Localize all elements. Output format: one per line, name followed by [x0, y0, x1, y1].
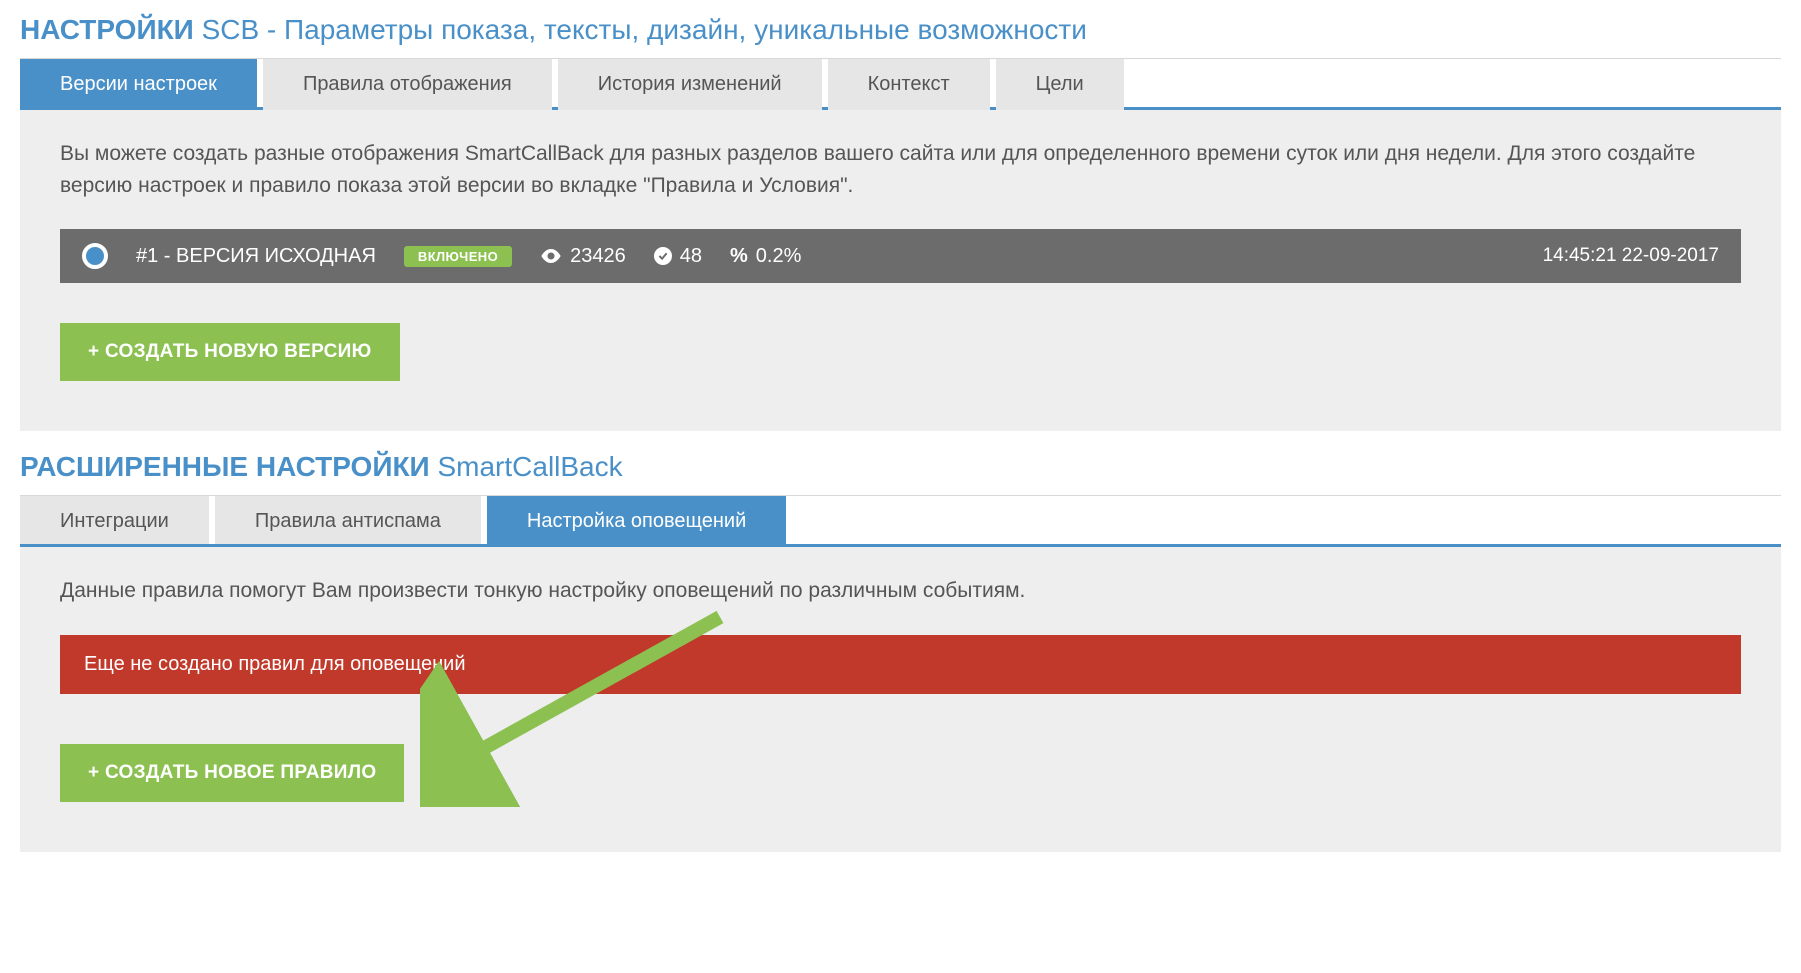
tab-settings-versions[interactable]: Версии настроек	[20, 59, 257, 110]
tab-change-history[interactable]: История изменений	[558, 59, 822, 110]
tab-antispam-rules[interactable]: Правила антиспама	[215, 496, 481, 547]
advanced-intro: Данные правила помогут Вам произвести то…	[60, 575, 1741, 607]
advanced-title-strong: РАСШИРЕННЫЕ НАСТРОЙКИ	[20, 451, 430, 482]
create-version-button[interactable]: + СОЗДАТЬ НОВУЮ ВЕРСИЮ	[60, 323, 400, 381]
tab-goals[interactable]: Цели	[996, 59, 1124, 110]
advanced-section-title: РАСШИРЕННЫЕ НАСТРОЙКИ SmartCallBack	[20, 437, 1781, 496]
tab-context[interactable]: Контекст	[828, 59, 990, 110]
settings-section-title: НАСТРОЙКИ SCB - Параметры показа, тексты…	[20, 0, 1781, 59]
settings-panel: Вы можете создать разные отображения Sma…	[20, 107, 1781, 431]
tab-display-rules[interactable]: Правила отображения	[263, 59, 552, 110]
version-row[interactable]: #1 - ВЕРСИЯ ИСХОДНАЯ ВКЛЮЧЕНО 23426 48 %…	[60, 229, 1741, 283]
settings-intro: Вы можете создать разные отображения Sma…	[60, 138, 1741, 201]
create-rule-button[interactable]: + СОЗДАТЬ НОВОЕ ПРАВИЛО	[60, 744, 404, 802]
settings-tabs: Версии настроек Правила отображения Исто…	[20, 59, 1781, 110]
tab-notification-settings[interactable]: Настройка оповещений	[487, 496, 786, 547]
settings-title-thin: SCB - Параметры показа, тексты, дизайн, …	[202, 14, 1087, 45]
stat-views: 23426	[540, 245, 626, 268]
version-name: #1 - ВЕРСИЯ ИСХОДНАЯ	[136, 245, 376, 268]
version-timestamp: 14:45:21 22-09-2017	[1543, 245, 1719, 267]
advanced-tabs: Интеграции Правила антиспама Настройка о…	[20, 496, 1781, 547]
advanced-panel: Данные правила помогут Вам произвести то…	[20, 544, 1781, 852]
eye-icon	[540, 249, 562, 263]
stat-successes: 48	[654, 245, 702, 268]
settings-title-strong: НАСТРОЙКИ	[20, 14, 194, 45]
status-badge: ВКЛЮЧЕНО	[404, 246, 512, 267]
stat-percent: % 0.2%	[730, 245, 801, 268]
tab-integrations[interactable]: Интеграции	[20, 496, 209, 547]
check-circle-icon	[654, 247, 672, 265]
no-rules-alert: Еще не создано правил для оповещений	[60, 635, 1741, 694]
percent-icon: %	[730, 245, 748, 268]
version-radio-icon[interactable]	[82, 243, 108, 269]
advanced-title-thin: SmartCallBack	[437, 451, 622, 482]
